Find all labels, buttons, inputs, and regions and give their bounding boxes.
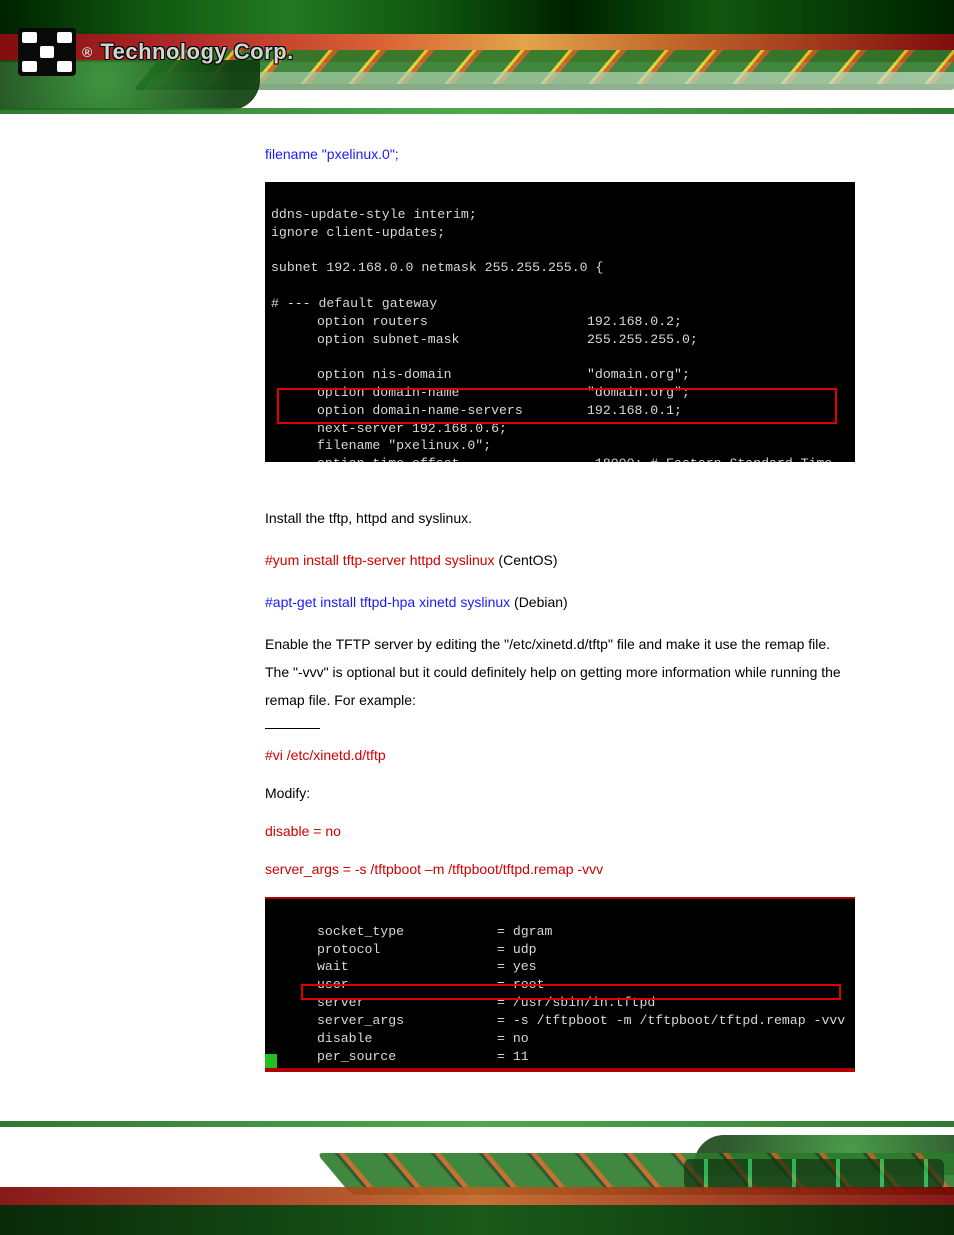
term-val: = 11 bbox=[497, 1048, 529, 1066]
footer-decor bbox=[0, 1115, 954, 1235]
term-key: option nis-domain bbox=[317, 366, 587, 384]
term-key: protocol bbox=[317, 941, 497, 959]
terminal-dhcp-config: ddns-update-style interim; ignore client… bbox=[265, 182, 855, 462]
apt-command: #apt-get install tftpd-hpa xinetd syslin… bbox=[265, 594, 510, 610]
apt-distro: (Debian) bbox=[510, 594, 568, 610]
page-content: filename "pxelinux.0"; ddns-update-style… bbox=[0, 120, 954, 1115]
term-key: option subnet-mask bbox=[317, 331, 587, 349]
logo-text: Technology Corp. bbox=[100, 39, 293, 65]
term-val: = no bbox=[497, 1030, 529, 1048]
term-val: = 100 2 bbox=[497, 1065, 552, 1072]
vi-command: #vi /etc/xinetd.d/tftp bbox=[265, 741, 854, 769]
term-key: per_source bbox=[317, 1048, 497, 1066]
term-key: server bbox=[317, 994, 497, 1012]
install-intro: Install the tftp, httpd and syslinux. bbox=[265, 504, 854, 532]
term-val: 192.168.0.1; bbox=[587, 402, 682, 420]
term-line: ignore client-updates; bbox=[271, 225, 445, 240]
modify-label: Modify: bbox=[265, 779, 854, 807]
term-val: 192.168.0.2; bbox=[587, 313, 682, 331]
registered-mark: ® bbox=[82, 44, 92, 60]
term-key: user bbox=[317, 976, 497, 994]
yum-distro: (CentOS) bbox=[495, 552, 558, 568]
terminal-tftp-config: socket_type= dgram protocol= udp wait= y… bbox=[265, 897, 855, 1072]
filename-directive: filename "pxelinux.0"; bbox=[265, 140, 854, 168]
apt-command-line: #apt-get install tftpd-hpa xinetd syslin… bbox=[265, 588, 854, 616]
term-key: server_args bbox=[317, 1012, 497, 1030]
term-val: = udp bbox=[497, 941, 537, 959]
term-key: disable bbox=[317, 1030, 497, 1048]
term-line: subnet 192.168.0.0 netmask 255.255.255.0… bbox=[271, 260, 603, 275]
term-key: option domain-name-servers bbox=[317, 402, 587, 420]
term-key: option domain-name bbox=[317, 384, 587, 402]
term-val: -18000; # Eastern Standard Time bbox=[587, 455, 832, 462]
term-val: 255.255.255.0; bbox=[587, 331, 698, 349]
term-line: next-server 192.168.0.6; bbox=[271, 421, 507, 436]
brand-logo: ® Technology Corp. bbox=[18, 28, 294, 76]
disable-line: disable = no bbox=[265, 817, 854, 845]
enable-tftp-paragraph: Enable the TFTP server by editing the "/… bbox=[265, 630, 854, 714]
term-val: = dgram bbox=[497, 923, 552, 941]
yum-command-line: #yum install tftp-server httpd syslinux … bbox=[265, 546, 854, 574]
term-line: filename "pxelinux.0"; bbox=[271, 438, 491, 453]
term-key: socket_type bbox=[317, 923, 497, 941]
term-val: "domain.org"; bbox=[587, 366, 690, 384]
terminal-cursor bbox=[265, 1054, 277, 1070]
term-val: = -s /tftpboot -m /tftpboot/tftpd.remap … bbox=[497, 1012, 845, 1030]
term-val: = /usr/sbin/in.tftpd bbox=[497, 994, 655, 1012]
term-val: = root bbox=[497, 976, 544, 994]
term-key: wait bbox=[317, 958, 497, 976]
server-args-line: server_args = -s /tftpboot –m /tftpboot/… bbox=[265, 855, 854, 883]
term-line: ddns-update-style interim; bbox=[271, 207, 477, 222]
logo-mark bbox=[18, 28, 76, 76]
term-val: = yes bbox=[497, 958, 537, 976]
term-val: "domain.org"; bbox=[587, 384, 690, 402]
term-line: # --- default gateway bbox=[271, 296, 437, 311]
term-key: option routers bbox=[317, 313, 587, 331]
yum-command: #yum install tftp-server httpd syslinux bbox=[265, 552, 495, 568]
term-key: option time-offset bbox=[317, 455, 587, 462]
short-rule bbox=[265, 728, 320, 729]
term-key: cps bbox=[317, 1065, 497, 1072]
